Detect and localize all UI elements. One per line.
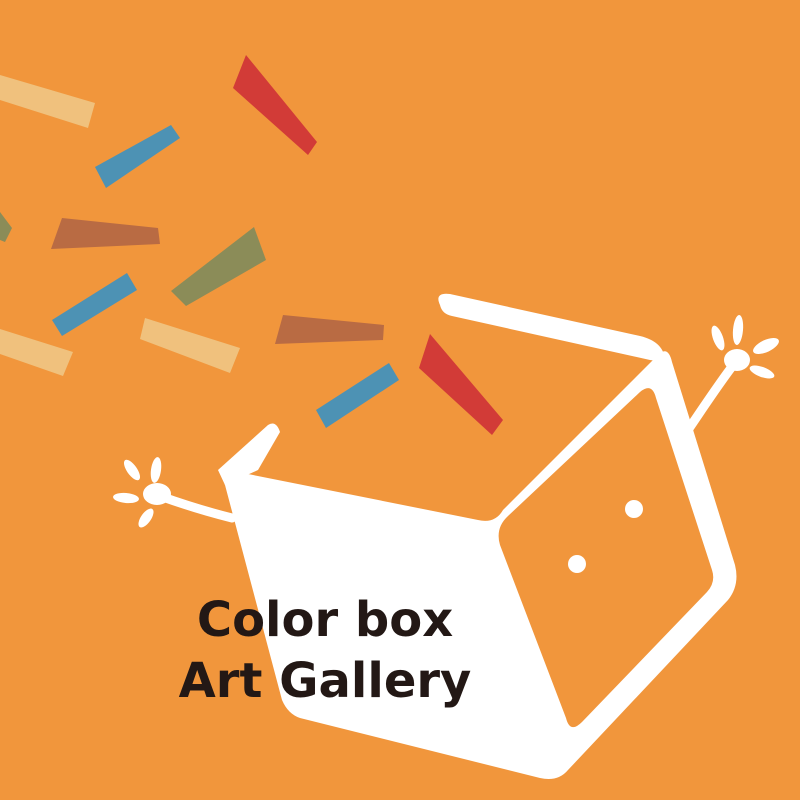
box-eye xyxy=(568,555,586,573)
confetti-piece xyxy=(0,329,73,376)
title-line-1: Color box xyxy=(196,592,454,648)
left-hand xyxy=(113,457,171,528)
confetti-piece xyxy=(95,125,180,188)
box-top-flap xyxy=(438,293,665,362)
confetti-piece xyxy=(0,75,95,128)
box-eye xyxy=(625,500,643,518)
confetti-piece xyxy=(52,273,137,336)
confetti-group xyxy=(0,55,503,435)
right-arm xyxy=(683,359,739,435)
confetti-piece xyxy=(233,55,317,155)
title-line-2: Art Gallery xyxy=(178,653,472,709)
left-arm xyxy=(155,491,237,523)
confetti-piece xyxy=(0,212,12,242)
confetti-piece xyxy=(140,318,240,373)
confetti-piece xyxy=(419,334,503,435)
confetti-piece xyxy=(316,363,399,428)
confetti-piece xyxy=(51,218,160,249)
confetti-piece xyxy=(171,227,266,306)
right-hand xyxy=(711,315,779,379)
confetti-piece xyxy=(275,315,384,344)
